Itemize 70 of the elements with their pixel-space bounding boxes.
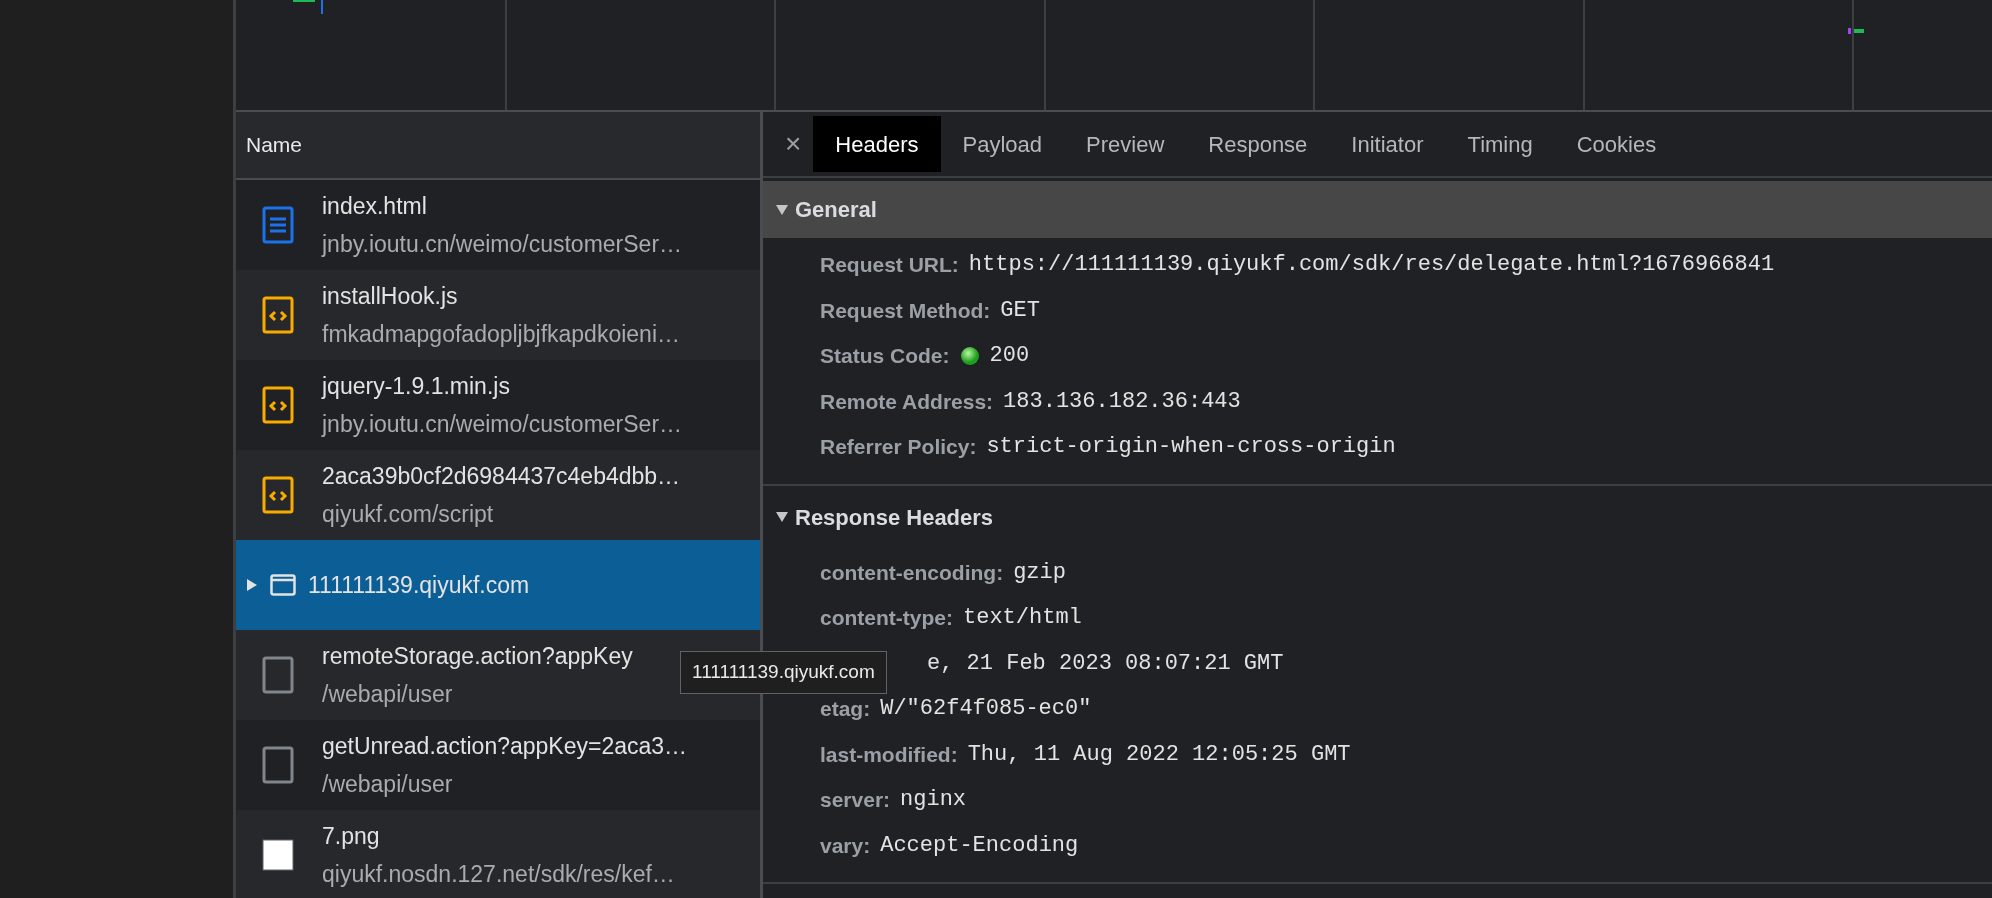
file-path: fmkadmapgofadopljbjfkapdkoieni… [322, 320, 680, 349]
header-name: last-modified: [820, 741, 958, 768]
file-name: getUnread.action?appKey=2aca3… [322, 731, 688, 761]
waterfall-bar [293, 0, 323, 14]
header-value: 200 [989, 342, 1030, 371]
header-name: content-encoding: [820, 559, 1004, 586]
file-path: jnby.ioutu.cn/weimo/customerSer… [322, 410, 683, 439]
expand-arrow-icon[interactable] [775, 511, 789, 523]
tab[interactable]: Cookies [1554, 116, 1679, 172]
section-header[interactable]: Response Headers [763, 488, 1992, 546]
header-value: Accept-Encoding [880, 831, 1079, 860]
file-name: remoteStorage.action?appKey [322, 641, 633, 671]
tab[interactable]: Headers [813, 116, 941, 172]
status-dot-icon [959, 345, 980, 366]
request-row[interactable]: 7.png qiyukf.nosdn.127.net/sdk/res/kef… [236, 810, 760, 898]
tab[interactable]: Timing [1445, 116, 1555, 172]
tooltip: 111111139.qiyukf.com [680, 651, 887, 694]
file-name: index.html [322, 191, 428, 221]
section-header[interactable]: General [763, 181, 1992, 238]
header-value: e, 21 Feb 2023 08:07:21 GMT [927, 649, 1284, 678]
header-name: content-type: [820, 605, 953, 631]
section-title: General [795, 196, 877, 224]
header-value: gzip [1013, 558, 1066, 587]
header-name: vary: [820, 832, 871, 859]
file-path: /webapi/user [322, 680, 454, 709]
header-value: strict-origin-when-cross-origin [986, 433, 1396, 462]
header-name: Request URL: [820, 252, 959, 278]
script-icon [262, 296, 294, 334]
header-value: text/html [963, 604, 1082, 633]
file-path: qiyukf.nosdn.127.net/sdk/res/kef… [322, 860, 675, 889]
request-row[interactable]: installHook.js fmkadmapgofadopljbjfkapdkoieni… [236, 270, 760, 360]
expand-arrow-icon[interactable] [246, 578, 258, 592]
script-icon [262, 476, 294, 514]
file-name: 7.png [322, 821, 381, 851]
header-value: W/"62f4f085-ec0" [880, 695, 1092, 724]
tab[interactable]: Payload [940, 116, 1065, 172]
header-name: Request Method: [820, 297, 991, 324]
header-name: Remote Address: [820, 388, 994, 415]
header-value: GET [1000, 296, 1040, 325]
tab[interactable]: Preview [1064, 116, 1187, 172]
header-value: 183.136.182.36:443 [1003, 387, 1241, 416]
image-icon [262, 839, 294, 871]
expand-arrow-icon[interactable] [775, 203, 789, 216]
header-value: nginx [900, 786, 967, 815]
file-name: installHook.js [322, 281, 459, 311]
request-row[interactable]: 111111139.qiyukf.com [236, 540, 760, 630]
document-icon [262, 206, 294, 244]
script-icon [262, 386, 294, 424]
header-name: Referrer Policy: [820, 434, 977, 460]
waterfall-bar [1848, 28, 1864, 34]
close-button[interactable]: × [773, 123, 814, 165]
request-row[interactable]: 2aca39b0cf2d6984437c4eb4dbb… qiyukf.com/script [236, 450, 760, 540]
section-title: Response Headers [795, 503, 994, 532]
file-path: jnby.ioutu.cn/weimo/customerSer… [322, 230, 683, 259]
header-name: Status Code: [820, 343, 950, 369]
header-name: server: [820, 787, 891, 813]
header-name: etag: [820, 696, 871, 722]
header-value: Thu, 11 Aug 2022 12:05:25 GMT [967, 740, 1351, 769]
tab[interactable]: Initiator [1329, 116, 1446, 172]
header-value: https://111111139.qiyukf.com/sdk/res/delegate.html?1676966841 [968, 251, 1775, 280]
file-name: jquery-1.9.1.min.js [322, 371, 511, 401]
file-icon [262, 656, 294, 694]
tab[interactable]: Response [1186, 116, 1330, 172]
file-name: 2aca39b0cf2d6984437c4eb4dbb… [322, 461, 681, 491]
file-icon [262, 746, 294, 784]
file-path: qiyukf.com/script [322, 500, 495, 529]
file-path: /webapi/user [322, 770, 454, 799]
column-header[interactable]: Name [236, 112, 760, 180]
file-name: 111111139.qiyukf.com [308, 570, 530, 600]
window-icon [270, 574, 296, 596]
